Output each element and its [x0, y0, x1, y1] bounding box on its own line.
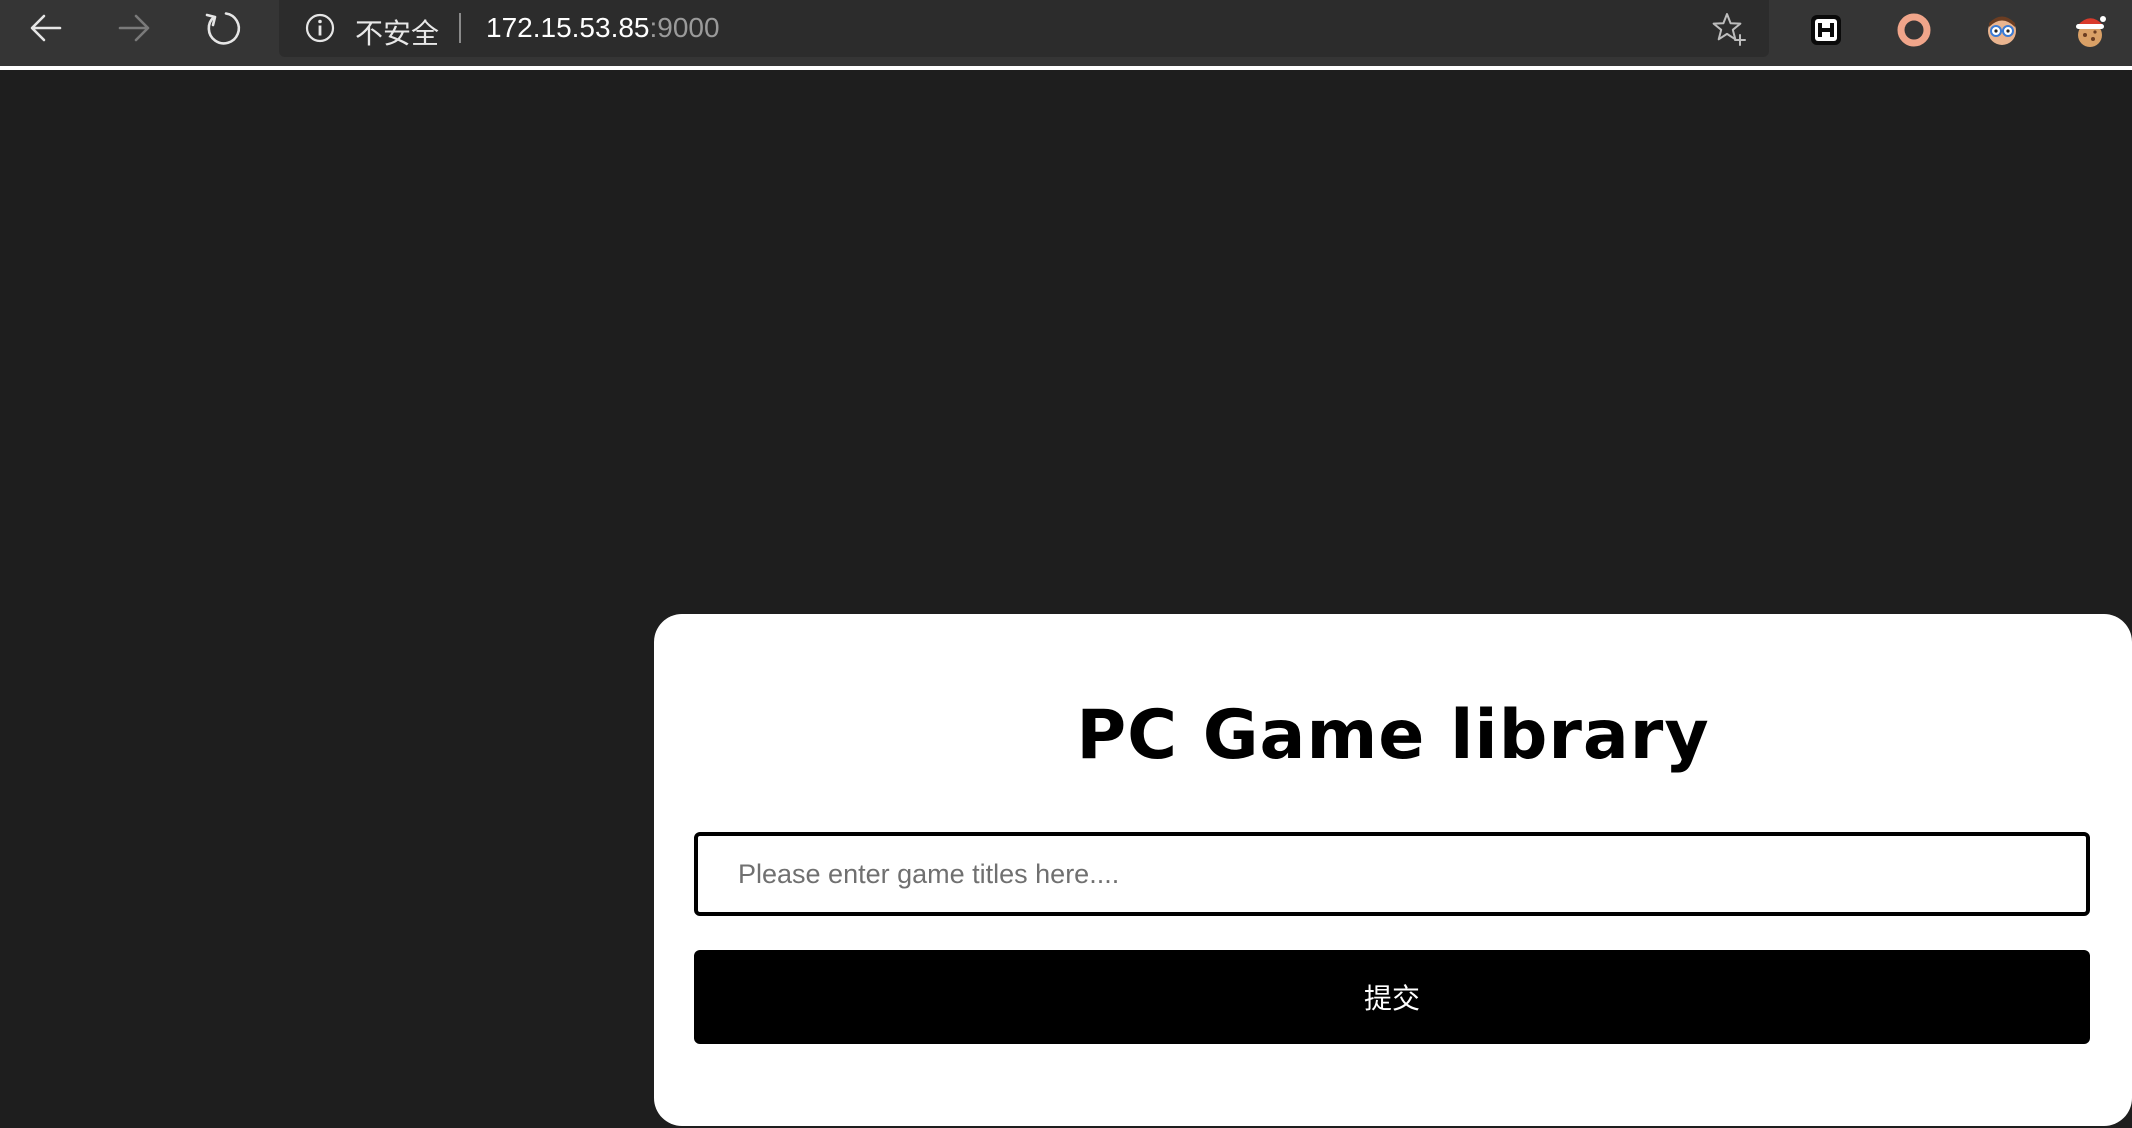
santa-cookie-extension-icon[interactable] — [2070, 10, 2110, 50]
bookmark-star-icon[interactable] — [1711, 11, 1747, 52]
submit-button[interactable]: 提交 — [694, 950, 2090, 1044]
address-bar[interactable]: 不安全 172.15.53.85:9000 — [279, 0, 1769, 57]
browser-toolbar: 不安全 172.15.53.85:9000 — [0, 0, 2132, 66]
toolbar-divider — [0, 66, 2132, 70]
url-port: :9000 — [649, 12, 720, 43]
forward-button[interactable] — [108, 8, 160, 48]
page-title: PC Game library — [1076, 696, 1710, 775]
address-divider — [459, 13, 461, 43]
url-text[interactable]: 172.15.53.85:9000 — [486, 12, 720, 44]
ring-extension-icon[interactable] — [1894, 10, 1934, 50]
reload-button[interactable] — [196, 8, 248, 48]
security-status: 不安全 — [355, 17, 440, 50]
arrow-right-icon — [118, 14, 150, 42]
back-button[interactable] — [20, 8, 72, 48]
info-icon[interactable] — [305, 13, 335, 48]
game-library-card: PC Game library 提交 — [654, 614, 2132, 1126]
glasses-avatar-extension-icon[interactable] — [1982, 10, 2022, 50]
arrow-left-icon — [30, 14, 62, 42]
game-title-input[interactable] — [694, 832, 2090, 916]
url-host: 172.15.53.85 — [486, 12, 650, 43]
h-extension-icon[interactable] — [1806, 10, 1846, 50]
reload-icon — [205, 12, 241, 45]
